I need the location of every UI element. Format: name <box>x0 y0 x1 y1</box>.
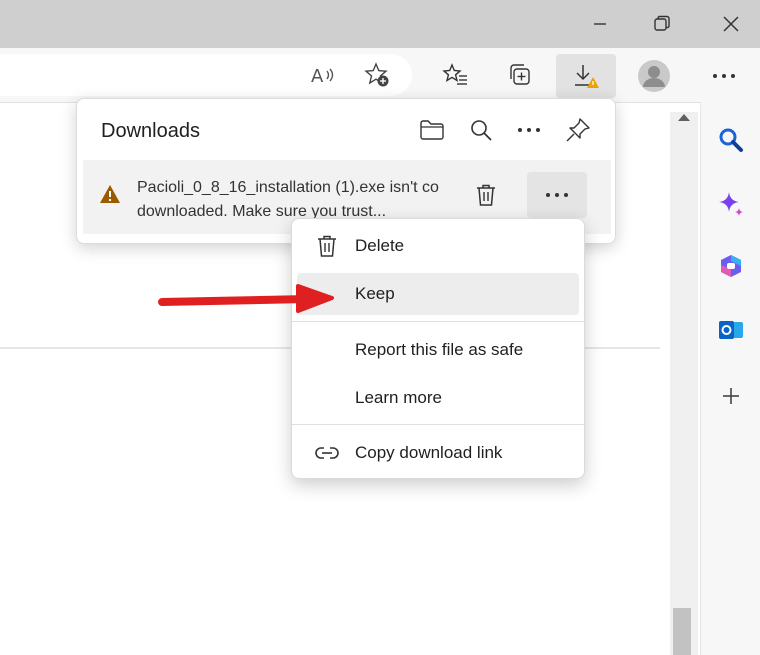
downloads-more-options-button[interactable] <box>512 113 546 147</box>
pin-icon <box>566 118 590 142</box>
downloads-title: Downloads <box>101 120 200 142</box>
avatar <box>638 60 670 92</box>
restore-icon <box>654 15 670 31</box>
sidebar-outlook-button[interactable] <box>715 314 747 346</box>
close-window-button[interactable] <box>715 8 747 40</box>
downloads-button[interactable] <box>556 54 616 98</box>
menu-item-delete[interactable]: Delete <box>297 225 579 267</box>
collections-button[interactable] <box>503 58 537 92</box>
menu-separator <box>292 424 584 425</box>
edge-sidebar <box>700 102 760 655</box>
more-horizontal-icon <box>518 128 540 132</box>
pin-downloads-button[interactable] <box>561 113 595 147</box>
favorites-icon <box>442 63 467 85</box>
settings-more-button[interactable] <box>708 60 740 92</box>
open-downloads-folder-button[interactable] <box>415 113 449 147</box>
download-context-menu: Delete Keep Report this file as safe Lea… <box>291 218 585 479</box>
annotation-arrow-icon <box>158 284 334 313</box>
restore-button[interactable] <box>646 8 678 40</box>
scroll-thumb[interactable] <box>673 608 691 655</box>
add-favorite-button[interactable] <box>360 58 394 92</box>
menu-item-label: Report this file as safe <box>355 340 524 359</box>
address-bar[interactable]: A <box>0 54 412 96</box>
menu-item-label: Copy download link <box>355 443 503 462</box>
outlook-icon <box>719 321 743 339</box>
download-item-more-button[interactable] <box>527 172 587 218</box>
download-item-text: Pacioli_0_8_16_installation (1).exe isn'… <box>137 176 455 224</box>
menu-separator <box>292 321 584 322</box>
vertical-scrollbar[interactable] <box>670 112 698 655</box>
menu-item-copy-link[interactable]: Copy download link <box>297 432 579 474</box>
collections-icon <box>510 64 530 85</box>
menu-item-label: Keep <box>355 284 395 303</box>
microsoft-365-icon <box>721 255 741 277</box>
close-icon <box>723 16 739 32</box>
menu-item-learn-more[interactable]: Learn more <box>297 377 579 419</box>
folder-icon <box>420 120 444 140</box>
sidebar-add-button[interactable] <box>715 380 747 412</box>
sidebar-m365-button[interactable] <box>715 250 747 282</box>
link-icon <box>313 439 341 467</box>
window-titlebar <box>0 0 760 48</box>
sidebar-copilot-button[interactable] <box>715 188 747 220</box>
menu-item-label: Learn more <box>355 388 442 407</box>
menu-item-report-safe[interactable]: Report this file as safe <box>297 329 579 371</box>
minimize-button[interactable] <box>584 8 616 40</box>
scroll-up-arrow-icon[interactable] <box>678 114 690 121</box>
download-warning-icon <box>575 65 599 88</box>
sparkle-icon <box>719 192 743 216</box>
warning-icon <box>100 185 120 203</box>
menu-item-label: Delete <box>355 236 405 255</box>
search-icon <box>719 128 743 152</box>
delete-download-button[interactable] <box>469 178 503 212</box>
star-add-icon <box>364 62 389 87</box>
svg-text:A: A <box>311 66 324 86</box>
more-horizontal-icon <box>713 74 735 78</box>
read-aloud-button[interactable]: A <box>306 58 340 92</box>
read-aloud-icon: A <box>311 66 334 86</box>
plus-icon <box>723 388 739 404</box>
search-downloads-button[interactable] <box>464 113 498 147</box>
favorites-button[interactable] <box>438 58 472 92</box>
minimize-icon <box>594 23 606 25</box>
download-filename: Pacioli_0_8_16_installation (1).exe isn'… <box>137 179 439 196</box>
profile-button[interactable] <box>636 58 672 94</box>
sidebar-search-button[interactable] <box>715 124 747 156</box>
more-horizontal-icon <box>546 193 568 197</box>
trash-icon <box>313 232 341 260</box>
search-icon <box>471 120 492 141</box>
trash-icon <box>477 184 495 206</box>
browser-toolbar: A <box>0 48 760 102</box>
